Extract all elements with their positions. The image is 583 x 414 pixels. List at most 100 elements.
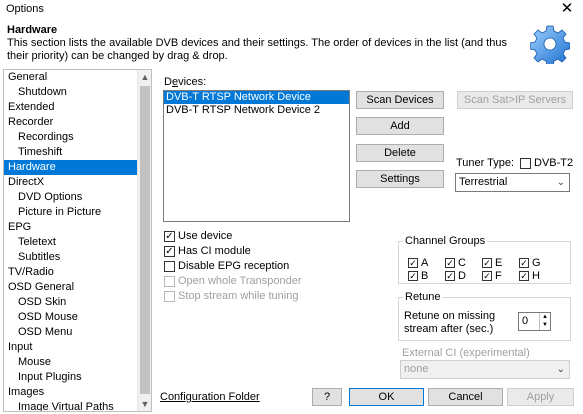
checkbox-box <box>164 275 175 287</box>
channel-group-h-checkbox[interactable]: ✓ H <box>519 269 556 282</box>
device-list-item[interactable]: DVB-T RTSP Network Device 2 <box>164 104 349 117</box>
category-tree[interactable]: General Shutdown Extended Recorder Recording… <box>3 69 152 412</box>
device-list-item[interactable]: DVB-T RTSP Network Device <box>164 91 349 104</box>
check-icon: ✓ <box>164 230 175 242</box>
ok-button[interactable]: OK <box>349 388 424 406</box>
configuration-folder-link[interactable]: Configuration Folder <box>160 391 260 403</box>
add-button[interactable]: Add <box>356 117 444 135</box>
device-list[interactable]: DVB-T RTSP Network Device DVB-T RTSP Net… <box>163 90 350 222</box>
channel-group-f-checkbox[interactable]: ✓ F <box>482 269 519 282</box>
sidebar-item-dvd-options[interactable]: DVD Options <box>4 190 138 205</box>
sidebar-item-recorder[interactable]: Recorder <box>4 115 138 130</box>
sidebar-item-epg[interactable]: EPG <box>4 220 138 235</box>
channel-groups-group: Channel Groups ✓ A ✓ C ✓ E ✓ G ✓ B ✓ D ✓ F ✓ H <box>398 235 571 284</box>
sidebar-item-osd-general[interactable]: OSD General <box>4 280 138 295</box>
sidebar-item-teletext[interactable]: Teletext <box>4 235 138 250</box>
check-icon: ✓ <box>164 245 175 257</box>
disable-epg-label: Disable EPG reception <box>178 260 290 272</box>
open-whole-transponder-label: Open whole Transponder <box>178 275 302 287</box>
sidebar-item-recordings[interactable]: Recordings <box>4 130 138 145</box>
checkbox-box <box>164 260 175 272</box>
dvbt2-checkbox[interactable]: DVB-T2 <box>520 156 573 170</box>
external-ci-label: External CI (experimental) <box>402 347 530 359</box>
stop-stream-checkbox[interactable]: Stop stream while tuning <box>164 289 298 303</box>
settings-button[interactable]: Settings <box>356 170 444 188</box>
close-icon[interactable]: ✕ <box>557 0 577 18</box>
check-icon: ✓ <box>445 257 455 268</box>
sidebar-item-mouse[interactable]: Mouse <box>4 355 138 370</box>
check-icon: ✓ <box>408 257 418 268</box>
chevron-down-icon: ⌄ <box>556 364 565 375</box>
has-ci-checkbox[interactable]: ✓ Has CI module <box>164 244 251 258</box>
retune-label: Retune on missing stream after (sec.) <box>404 310 496 335</box>
stop-stream-label: Stop stream while tuning <box>178 290 299 302</box>
chevron-down-icon: ⌄ <box>556 177 565 188</box>
page-title: Hardware <box>7 24 58 36</box>
external-ci-value: none <box>404 363 429 375</box>
sidebar-scrollbar[interactable]: ▲ ▼ <box>137 70 151 411</box>
channel-groups-title: Channel Groups <box>403 235 488 247</box>
check-icon: ✓ <box>519 257 529 268</box>
apply-button[interactable]: Apply <box>507 388 574 406</box>
channel-group-d-checkbox[interactable]: ✓ D <box>445 269 482 282</box>
delete-button[interactable]: Delete <box>356 144 444 162</box>
sidebar-item-tv-radio[interactable]: TV/Radio <box>4 265 138 280</box>
sidebar-item-hardware[interactable]: Hardware <box>4 160 138 175</box>
sidebar-item-shutdown[interactable]: Shutdown <box>4 85 138 100</box>
sidebar-item-osd-mouse[interactable]: OSD Mouse <box>4 310 138 325</box>
channel-group-label: C <box>458 256 466 269</box>
use-device-checkbox[interactable]: ✓ Use device <box>164 229 232 243</box>
check-icon: ✓ <box>519 270 529 281</box>
sidebar-item-subtitles[interactable]: Subtitles <box>4 250 138 265</box>
sidebar-item-osd-skin[interactable]: OSD Skin <box>4 295 138 310</box>
sidebar-item-picture-in-picture[interactable]: Picture in Picture <box>4 205 138 220</box>
checkbox-box[interactable] <box>520 157 531 169</box>
sidebar-item-general[interactable]: General <box>4 70 138 85</box>
sidebar-item-timeshift[interactable]: Timeshift <box>4 145 138 160</box>
spin-up-icon[interactable]: ▲ <box>540 313 550 321</box>
disable-epg-checkbox[interactable]: Disable EPG reception <box>164 259 289 273</box>
channel-group-label: A <box>421 256 429 269</box>
sidebar-item-directx[interactable]: DirectX <box>4 175 138 190</box>
retune-seconds-value[interactable]: 0 <box>522 315 528 327</box>
window-title: Options <box>6 3 44 15</box>
devices-label: Devices: <box>164 76 207 88</box>
gear-icon <box>530 25 570 64</box>
retune-seconds-stepper[interactable]: 0 ▲ ▼ <box>518 312 551 331</box>
has-ci-label: Has CI module <box>178 245 251 257</box>
scan-devices-button[interactable]: Scan Devices <box>356 91 444 109</box>
tuner-type-select[interactable]: Terrestrial ⌄ <box>455 173 570 192</box>
sidebar-item-osd-menu[interactable]: OSD Menu <box>4 325 138 340</box>
use-device-label: Use device <box>178 230 233 242</box>
channel-group-label: E <box>495 256 503 269</box>
help-button[interactable]: ? <box>312 388 342 406</box>
scroll-down-icon[interactable]: ▼ <box>138 397 151 411</box>
open-whole-transponder-checkbox[interactable]: Open whole Transponder <box>164 274 302 288</box>
channel-group-a-checkbox[interactable]: ✓ A <box>408 256 445 269</box>
dvbt2-label: DVB-T2 <box>534 157 574 169</box>
check-icon: ✓ <box>445 270 455 281</box>
channel-group-g-checkbox[interactable]: ✓ G <box>519 256 556 269</box>
scroll-thumb[interactable] <box>140 86 150 394</box>
scroll-up-icon[interactable]: ▲ <box>138 70 151 84</box>
external-ci-select[interactable]: none ⌄ <box>400 360 570 379</box>
sidebar-item-input[interactable]: Input <box>4 340 138 355</box>
channel-group-e-checkbox[interactable]: ✓ E <box>482 256 519 269</box>
tuner-type-label: Tuner Type: <box>456 157 515 169</box>
sidebar-item-input-plugins[interactable]: Input Plugins <box>4 370 138 385</box>
check-icon: ✓ <box>482 257 492 268</box>
channel-group-b-checkbox[interactable]: ✓ B <box>408 269 445 282</box>
cancel-button[interactable]: Cancel <box>428 388 503 406</box>
sidebar-item-images[interactable]: Images <box>4 385 138 400</box>
channel-group-label: H <box>532 269 540 282</box>
check-icon: ✓ <box>408 270 418 281</box>
spin-down-icon[interactable]: ▼ <box>540 321 550 330</box>
sidebar-item-extended[interactable]: Extended <box>4 100 138 115</box>
channel-group-label: B <box>421 269 429 282</box>
sidebar-item-image-virtual-paths[interactable]: Image Virtual Paths <box>4 400 138 411</box>
channel-group-c-checkbox[interactable]: ✓ C <box>445 256 482 269</box>
channel-group-label: G <box>532 256 541 269</box>
checkbox-box <box>164 290 175 302</box>
scan-sat-ip-button[interactable]: Scan Sat>IP Servers <box>457 91 573 109</box>
channel-group-label: D <box>458 269 466 282</box>
